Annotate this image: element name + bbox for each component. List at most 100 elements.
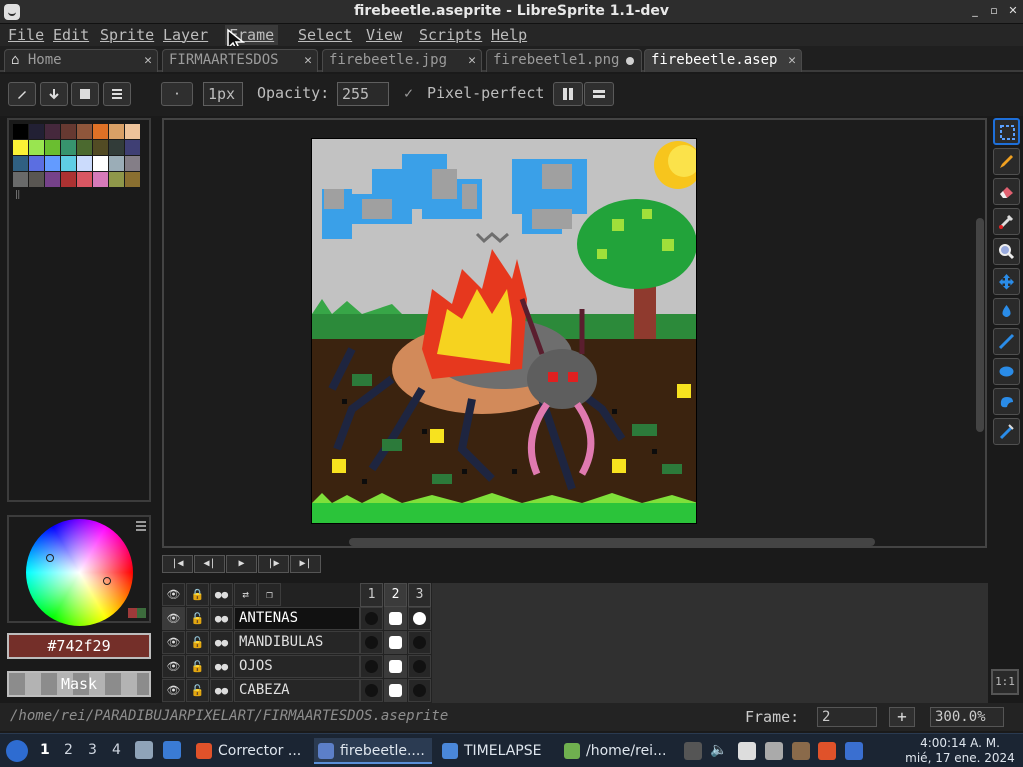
minimize-button[interactable]: _: [967, 3, 983, 19]
brave-tray-icon[interactable]: [818, 742, 836, 760]
vertical-scrollbar[interactable]: [976, 218, 984, 432]
palette-swatch[interactable]: [93, 172, 108, 187]
continuous-icon[interactable]: ●●: [210, 655, 233, 678]
spray-tool-button[interactable]: [993, 418, 1020, 445]
palette-swatch[interactable]: [13, 124, 28, 139]
play-button[interactable]: ▶: [226, 555, 257, 573]
palette-swatch[interactable]: [125, 156, 140, 171]
palette-swatch[interactable]: [29, 172, 44, 187]
layer-name[interactable]: OJOS: [234, 655, 360, 678]
palette-swatch[interactable]: [45, 156, 60, 171]
clock[interactable]: 4:00:14 A. M. mié, 17 ene. 2024: [900, 736, 1020, 766]
menu-scripts[interactable]: Scripts: [415, 25, 486, 45]
layer-name[interactable]: ANTENAS: [234, 607, 360, 630]
new-frame-button[interactable]: +: [889, 707, 915, 727]
horizontal-scrollbar[interactable]: [349, 538, 875, 546]
palette-swatch[interactable]: [109, 172, 124, 187]
palette-options-button[interactable]: [103, 82, 131, 106]
pencil-tool-button[interactable]: [993, 148, 1020, 175]
close-tab-icon[interactable]: ✕: [144, 50, 152, 71]
brush-type-button[interactable]: ·: [161, 82, 193, 106]
notification-icon[interactable]: [845, 742, 863, 760]
workspace-1[interactable]: 1: [40, 742, 50, 758]
maximize-button[interactable]: ▫: [986, 3, 1002, 19]
eject-icon[interactable]: [684, 742, 702, 760]
frame-header-3[interactable]: 3: [408, 583, 431, 607]
lock-icon[interactable]: 🔓: [186, 679, 209, 702]
palette-swatch[interactable]: [61, 172, 76, 187]
palette-swatch[interactable]: [61, 156, 76, 171]
symmetry-vertical-button[interactable]: [553, 82, 583, 106]
blur-tool-button[interactable]: [993, 388, 1020, 415]
palette-swatch[interactable]: [109, 156, 124, 171]
brush-size-field[interactable]: 1px: [203, 82, 243, 106]
zoom-reset-button[interactable]: 1:1: [991, 669, 1019, 695]
menu-help[interactable]: Help: [487, 25, 531, 45]
line-tool-button[interactable]: [993, 328, 1020, 355]
zoom-tool-button[interactable]: [993, 238, 1020, 265]
taskbar-app-corrector[interactable]: Corrector ...: [192, 738, 307, 764]
visibility-eye-icon[interactable]: 👁: [162, 655, 185, 678]
close-tab-icon[interactable]: ✕: [468, 50, 476, 71]
palette-down-button[interactable]: [40, 82, 68, 106]
layers-header-icon[interactable]: ❐: [258, 583, 281, 606]
next-frame-button[interactable]: |▶: [258, 555, 289, 573]
palette-swatch[interactable]: [45, 140, 60, 155]
clipboard-icon[interactable]: [738, 742, 756, 760]
palette-swatch[interactable]: [77, 140, 92, 155]
edit-palette-button[interactable]: [8, 82, 36, 106]
palette-resize-handle-icon[interactable]: ‖: [15, 190, 20, 200]
palette-swatch[interactable]: [61, 124, 76, 139]
palette-swatch[interactable]: [45, 124, 60, 139]
zoom-field[interactable]: 300.0%: [930, 707, 1004, 727]
layer-row[interactable]: 👁 🔓 ●● MANDIBULAS: [162, 631, 432, 655]
symmetry-horizontal-button[interactable]: [584, 82, 614, 106]
modified-dot-icon[interactable]: [626, 57, 634, 65]
desktop-icon[interactable]: [163, 741, 181, 759]
onion-skin-icon[interactable]: ⇄: [234, 583, 257, 606]
wheel-menu-icon[interactable]: [136, 521, 146, 531]
menu-file[interactable]: File: [4, 25, 48, 45]
timeline-empty-area[interactable]: [432, 583, 988, 703]
eyedropper-tool-button[interactable]: [993, 208, 1020, 235]
cel-2[interactable]: [384, 655, 407, 678]
palette-swatch[interactable]: [13, 172, 28, 187]
layer-row[interactable]: 👁 🔓 ●● ANTENAS: [162, 607, 432, 631]
eraser-tool-button[interactable]: [993, 178, 1020, 205]
ellipse-tool-button[interactable]: [993, 358, 1020, 385]
cel-1[interactable]: [360, 679, 383, 702]
volume-icon[interactable]: 🔈: [710, 742, 728, 760]
palette-swatch[interactable]: [61, 140, 76, 155]
tab-firebeetle-jpg[interactable]: firebeetle.jpg ✕: [322, 49, 482, 72]
mask-color-field[interactable]: Mask: [7, 671, 151, 697]
continuous-icon[interactable]: ●●: [210, 679, 233, 702]
lock-header-icon[interactable]: 🔒: [186, 583, 209, 606]
cel-1[interactable]: [360, 631, 383, 654]
tab-home[interactable]: ⌂ Home ✕: [4, 49, 158, 72]
marquee-tool-button[interactable]: [993, 118, 1020, 145]
cel-2[interactable]: [384, 607, 407, 630]
palette-swatch[interactable]: [125, 140, 140, 155]
cel-2[interactable]: [384, 631, 407, 654]
visibility-eye-icon[interactable]: 👁: [162, 607, 185, 630]
palette-swatch[interactable]: [109, 124, 124, 139]
palette-swatch[interactable]: [29, 140, 44, 155]
close-tab-icon[interactable]: ✕: [302, 50, 312, 71]
lock-icon[interactable]: 🔓: [186, 607, 209, 630]
menu-view[interactable]: View: [362, 25, 406, 45]
prev-frame-button[interactable]: ◀|: [194, 555, 225, 573]
lock-icon[interactable]: 🔓: [186, 655, 209, 678]
palette-swatch[interactable]: [45, 172, 60, 187]
frame-field[interactable]: 2: [817, 707, 877, 727]
lock-icon[interactable]: 🔓: [186, 631, 209, 654]
file-manager-icon[interactable]: [135, 741, 153, 759]
cel-1[interactable]: [360, 655, 383, 678]
menu-edit[interactable]: Edit: [49, 25, 93, 45]
palette-swatch[interactable]: [77, 124, 92, 139]
menu-select[interactable]: Select: [294, 25, 356, 45]
user-icon[interactable]: [792, 742, 810, 760]
network-icon[interactable]: [765, 742, 783, 760]
start-menu-icon[interactable]: [6, 740, 28, 762]
opacity-field[interactable]: 255: [337, 82, 389, 106]
close-tab-icon[interactable]: ✕: [786, 50, 796, 71]
